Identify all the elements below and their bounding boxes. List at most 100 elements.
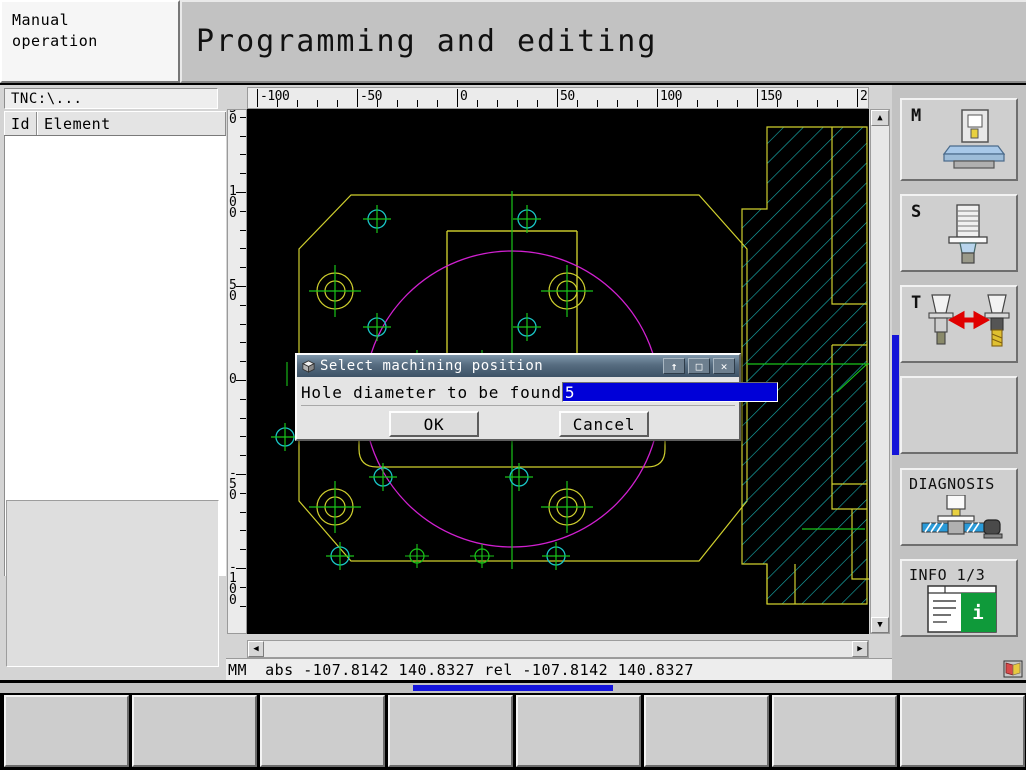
path-field[interactable]: TNC:\...	[4, 88, 218, 109]
ok-button[interactable]: OK	[389, 411, 479, 437]
dialog-title-bar[interactable]: Select machining position ↑ □ ✕	[297, 355, 739, 377]
softkey-3[interactable]	[260, 695, 385, 767]
ruler-v-tick	[240, 173, 246, 175]
softkey-top-strip	[0, 683, 1026, 693]
ruler-v-major-tick	[236, 474, 246, 475]
rollup-icon[interactable]: ↑	[663, 358, 685, 374]
softkey-1[interactable]	[4, 695, 129, 767]
horizontal-ruler: -100 -50 0 50 100 150 200	[247, 87, 869, 109]
softkey-bar	[0, 683, 1026, 770]
softkey-5[interactable]	[516, 695, 641, 767]
machine-icon	[942, 109, 1006, 169]
ruler-v-tick	[240, 304, 246, 306]
svg-text:i: i	[972, 602, 983, 624]
diagnosis-icon	[921, 495, 1003, 539]
ruler-v-tick	[240, 417, 246, 419]
close-icon[interactable]: ✕	[713, 358, 735, 374]
diagnosis-label: DIAGNOSIS	[909, 475, 995, 493]
sidebar-item-diagnosis[interactable]: DIAGNOSIS	[900, 468, 1018, 546]
softkey-2[interactable]	[132, 695, 257, 767]
sidebar-item-blank[interactable]	[900, 376, 1018, 454]
machine-status-sidebar: M S T DIAGNOSIS INFO 1/3 i	[892, 85, 1026, 680]
ruler-h-label: -100	[257, 89, 290, 107]
ruler-h-label: 200	[857, 89, 868, 107]
ruler-v-major-tick	[236, 192, 246, 193]
hole-diameter-label: Hole diameter to be found	[301, 382, 562, 402]
tool-change-icon	[928, 294, 1010, 347]
cad-horizontal-scrollbar[interactable]: ◀ ▶	[247, 640, 869, 658]
ruler-v-tick	[240, 511, 246, 513]
vertical-ruler: 150100500-50-100	[227, 109, 247, 634]
ruler-v-tick	[240, 248, 246, 250]
ruler-h-tick	[617, 100, 618, 107]
m-letter-label: M	[911, 106, 922, 126]
hole-diameter-input[interactable]	[561, 382, 778, 402]
ruler-v-major-tick	[236, 380, 246, 381]
ruler-h-tick	[597, 100, 598, 107]
softkey-6[interactable]	[644, 695, 769, 767]
ruler-h-tick	[637, 100, 638, 107]
ruler-h-tick	[577, 100, 578, 107]
ruler-v-label: 50	[229, 278, 237, 304]
page-title: Programming and editing	[196, 24, 658, 59]
ruler-v-major-tick	[236, 568, 246, 569]
cad-vertical-scrollbar[interactable]: ▲ ▼	[870, 109, 890, 634]
preview-pane	[6, 500, 219, 667]
help-book-icon[interactable]	[1003, 660, 1023, 678]
ruler-v-tick	[240, 455, 246, 457]
scroll-right-icon[interactable]: ▶	[852, 641, 868, 657]
mode-line-1: Manual	[12, 11, 70, 29]
mode-line-2: operation	[12, 32, 98, 50]
ruler-v-tick	[240, 229, 246, 231]
dialog-title-text: Select machining position	[320, 358, 544, 374]
sidebar-item-m[interactable]: M	[900, 98, 1018, 181]
ruler-h-label: 0	[457, 89, 468, 107]
element-list-panel: TNC:\... Id Element	[0, 85, 226, 680]
scroll-up-icon[interactable]: ▲	[871, 110, 889, 126]
ruler-h-tick	[697, 100, 698, 107]
cancel-button[interactable]: Cancel	[559, 411, 649, 437]
scroll-left-icon[interactable]: ◀	[248, 641, 264, 657]
sidebar-scroll-indicator[interactable]	[892, 335, 899, 455]
sidebar-item-t[interactable]: T	[900, 285, 1018, 363]
maximize-icon[interactable]: □	[688, 358, 710, 374]
element-table-header: Id Element	[4, 111, 226, 136]
rel-x-value: -107.8142	[522, 660, 609, 679]
ruler-v-tick	[240, 267, 246, 269]
ruler-h-tick	[817, 100, 818, 107]
scroll-down-icon[interactable]: ▼	[871, 617, 889, 633]
progress-indicator	[413, 685, 613, 691]
softkey-7[interactable]	[772, 695, 897, 767]
ruler-h-tick	[337, 100, 338, 107]
dialog-titlebar-buttons: ↑ □ ✕	[663, 358, 739, 374]
ruler-h-label: -50	[357, 89, 382, 107]
softkey-4[interactable]	[388, 695, 513, 767]
spindle-icon	[948, 204, 988, 264]
ruler-v-tick	[240, 492, 246, 494]
s-letter-label: S	[911, 202, 922, 222]
ruler-v-tick	[240, 398, 246, 400]
sidebar-item-info[interactable]: INFO 1/3 i	[900, 559, 1018, 637]
column-header-element: Element	[37, 112, 226, 135]
ruler-v-tick	[240, 116, 246, 118]
sidebar-item-s[interactable]: S	[900, 194, 1018, 272]
rel-y-value: 140.8327	[617, 660, 694, 679]
abs-label: abs	[265, 660, 294, 679]
ruler-h-label: 100	[657, 89, 682, 107]
ruler-v-tick	[240, 586, 246, 588]
t-letter-label: T	[911, 293, 922, 313]
column-header-id: Id	[4, 112, 37, 135]
ruler-v-tick	[240, 154, 246, 156]
ruler-v-tick	[240, 605, 246, 607]
ruler-v-label: 100	[229, 184, 237, 221]
unit-label: MM	[228, 660, 248, 679]
ruler-h-tick	[677, 100, 678, 107]
cube-icon	[301, 359, 316, 373]
softkey-8[interactable]	[900, 695, 1025, 767]
ruler-h-label: 50	[557, 89, 575, 107]
abs-y-value: 140.8327	[398, 660, 475, 679]
ruler-h-tick	[737, 100, 738, 107]
ruler-h-tick	[377, 100, 378, 107]
ruler-h-tick	[717, 100, 718, 107]
ruler-h-tick	[517, 100, 518, 107]
